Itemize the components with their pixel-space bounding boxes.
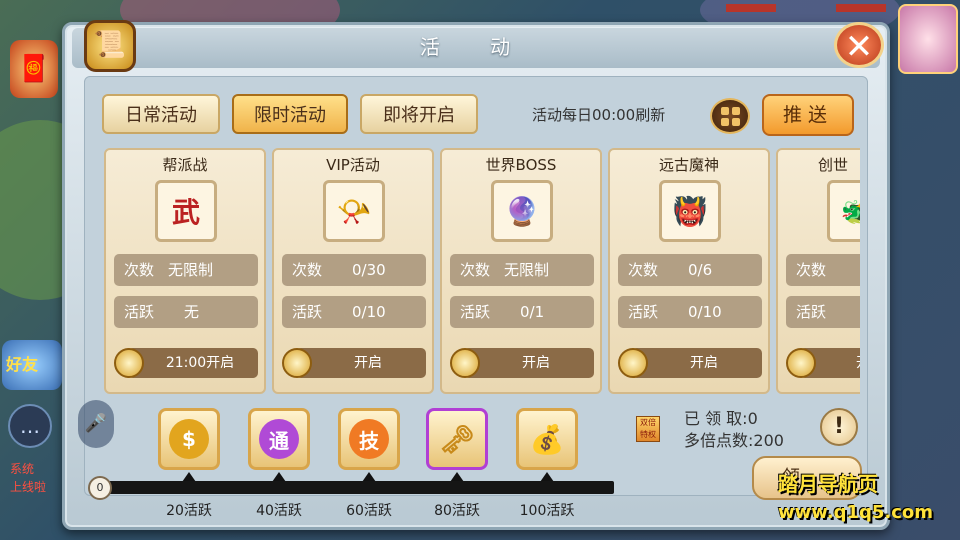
- hp-bar-2: [836, 4, 886, 12]
- tab-upcoming[interactable]: 即将开启: [360, 94, 478, 134]
- horn-icon: 📯: [323, 180, 385, 242]
- active-row: 活跃 0/1: [450, 296, 594, 328]
- card-title: 创世: [818, 156, 849, 174]
- tab-daily[interactable]: 日常活动: [102, 94, 220, 134]
- reward-box-40[interactable]: 通: [248, 408, 310, 470]
- multiplier-points: 多倍点数:200: [684, 431, 784, 450]
- boss-orb-icon: 🔮: [491, 180, 553, 242]
- reward-box-100[interactable]: 💰: [516, 408, 578, 470]
- open-button[interactable]: 开启: [450, 346, 594, 380]
- tong-orb-icon: 通: [259, 419, 299, 459]
- open-button[interactable]: 开启: [282, 346, 426, 380]
- friends-button[interactable]: 好友: [2, 340, 62, 390]
- golden-key-icon: 🗝: [439, 422, 475, 456]
- creation-icon: 🐲: [827, 180, 860, 242]
- milestone-label: 100活跃: [519, 503, 575, 519]
- reward-box-60[interactable]: 技: [338, 408, 400, 470]
- watermark-url: www.q1q5.com: [778, 502, 934, 523]
- exclamation-icon: !: [833, 414, 845, 439]
- watermark-title: 踏月导航页: [778, 472, 878, 496]
- activity-card[interactable]: VIP活动 📯 次数 0/30 活跃 0/10 开启: [272, 148, 434, 394]
- count-row: 次数 无限制: [114, 254, 258, 286]
- wu-emblem-icon: 武: [155, 180, 217, 242]
- open-button[interactable]: 开: [786, 346, 860, 380]
- coin-icon: [450, 348, 480, 378]
- claim-info: 已 领 取:0 多倍点数:200: [684, 408, 784, 452]
- active-row: 活跃 0/10: [618, 296, 762, 328]
- system-tag: 系统: [10, 462, 35, 476]
- reward-box-20[interactable]: $: [158, 408, 220, 470]
- close-icon: ✕: [844, 27, 874, 67]
- card-title: VIP活动: [326, 156, 380, 174]
- milestone-label: 40活跃: [256, 503, 302, 519]
- coin-icon: [282, 348, 312, 378]
- progress-value: 0: [88, 476, 112, 500]
- count-row: 次数 0/6: [618, 254, 762, 286]
- push-button[interactable]: 推送: [762, 94, 854, 136]
- character-avatar[interactable]: [898, 4, 958, 74]
- active-row: 活跃无: [114, 296, 258, 328]
- card-title: 世界BOSS: [485, 156, 557, 174]
- coin-icon: [618, 348, 648, 378]
- milestone-label: 60活跃: [346, 503, 392, 519]
- coin-icon: [114, 348, 144, 378]
- open-button[interactable]: 开启: [618, 346, 762, 380]
- chat-bubble-icon[interactable]: …: [8, 404, 52, 448]
- fortune-god-icon[interactable]: 🧧: [10, 40, 58, 98]
- count-row: 次数: [786, 254, 860, 286]
- refresh-notice: 活动每日00:00刷新: [532, 106, 666, 124]
- gold-coin-bag-icon: $: [169, 419, 209, 459]
- activity-card[interactable]: 世界BOSS 🔮 次数 无限制 活跃 0/1 开启: [440, 148, 602, 394]
- card-title: 帮派战: [162, 156, 208, 174]
- milestone-label: 80活跃: [434, 503, 480, 519]
- microphone-icon[interactable]: 🎤: [78, 400, 114, 448]
- grid-icon: [720, 106, 729, 115]
- count-row: 次数 无限制: [450, 254, 594, 286]
- claimed-count: 已 领 取:0: [684, 409, 758, 428]
- open-button[interactable]: 21:00开启: [114, 346, 258, 380]
- friends-label: 好友: [6, 355, 39, 374]
- left-hud: 🧧 好友 … 系统 上线啦: [0, 0, 62, 540]
- active-row: 活跃 0/10: [282, 296, 426, 328]
- activity-card[interactable]: 远古魔神 👹 次数 0/6 活跃 0/10 开启: [608, 148, 770, 394]
- activity-card[interactable]: 帮派战 武 次数 无限制 活跃无 21:00开启: [104, 148, 266, 394]
- active-row: 活跃: [786, 296, 860, 328]
- system-message: 上线啦: [10, 480, 47, 494]
- tab-limited[interactable]: 限时活动: [232, 94, 348, 134]
- scroll-icon: 📜: [84, 20, 136, 72]
- demon-god-icon: 👹: [659, 180, 721, 242]
- grid-menu-button[interactable]: [710, 98, 750, 134]
- coin-icon: [786, 348, 816, 378]
- close-button[interactable]: ✕: [834, 22, 884, 68]
- hp-bar-1: [726, 4, 776, 12]
- card-title: 远古魔神: [658, 156, 719, 174]
- double-bonus-icon: 双倍 特权: [636, 416, 660, 442]
- panel-title: 活 动: [72, 28, 880, 68]
- activity-card[interactable]: 创世 🐲 次数 活跃 开: [776, 148, 860, 394]
- milestone-label: 20活跃: [166, 503, 212, 519]
- info-button[interactable]: !: [820, 408, 858, 446]
- ji-skill-icon: 技: [349, 419, 389, 459]
- activity-progress-track: [96, 481, 614, 494]
- reward-box-80[interactable]: 🗝: [426, 408, 488, 470]
- treasure-bag-icon: 💰: [529, 422, 565, 456]
- count-row: 次数 0/30: [282, 254, 426, 286]
- activity-card-list: 帮派战 武 次数 无限制 活跃无 21:00开启 VIP活动 📯 次数 0/30 活…: [104, 148, 860, 394]
